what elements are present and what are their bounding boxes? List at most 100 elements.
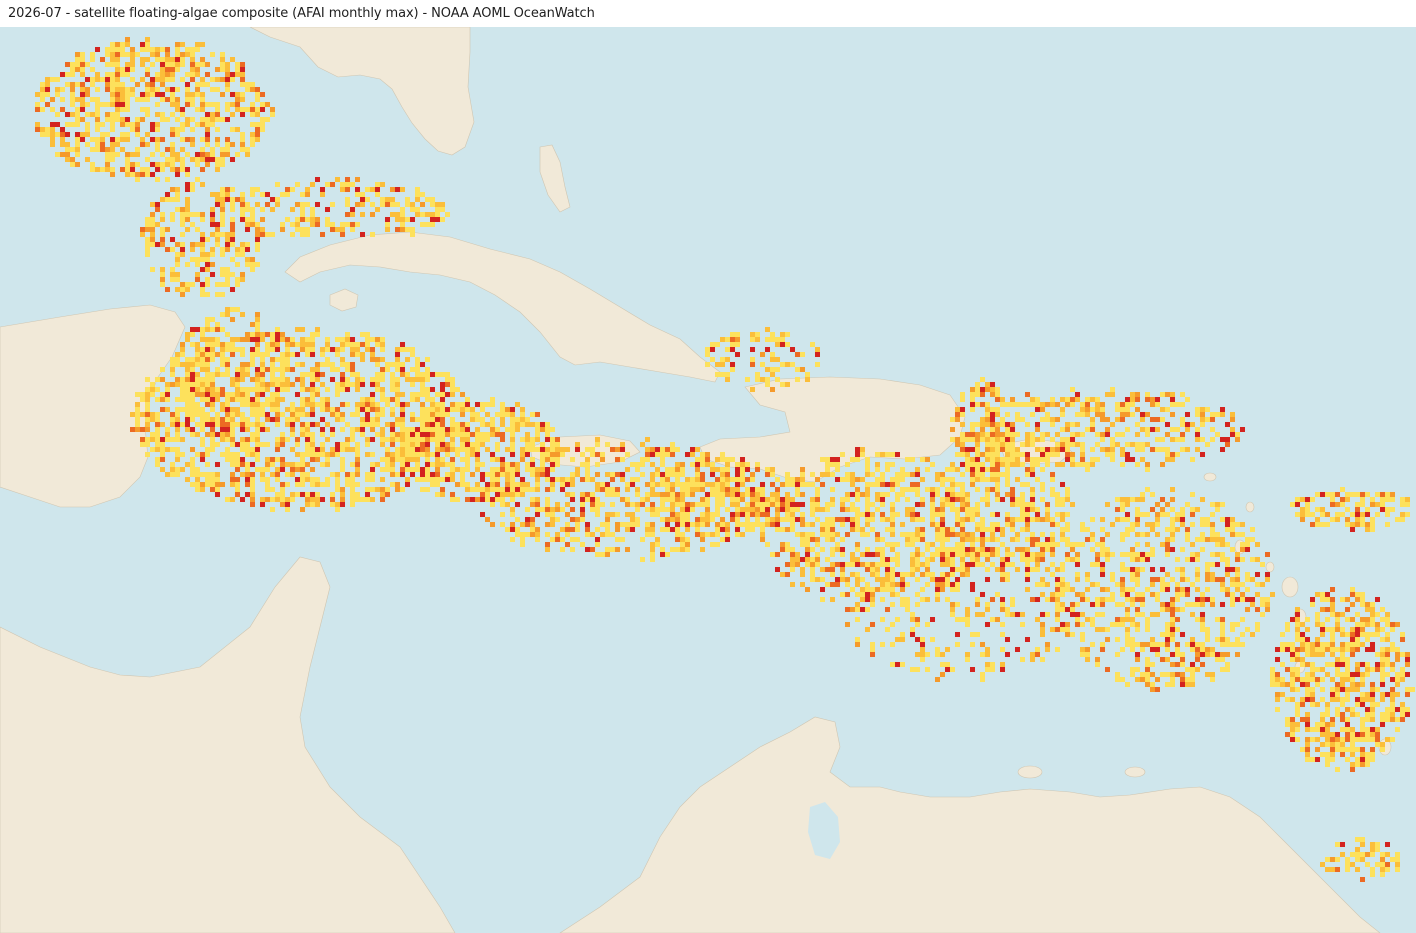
algae-pixel: [830, 552, 835, 557]
algae-pixel: [190, 102, 195, 107]
map-view[interactable]: [0, 27, 1416, 933]
algae-pixel: [460, 427, 465, 432]
algae-pixel: [275, 497, 280, 502]
algae-pixel: [415, 437, 420, 442]
algae-pixel: [810, 567, 815, 572]
algae-pixel: [395, 357, 400, 362]
algae-pixel: [135, 392, 140, 397]
algae-pixel: [395, 482, 400, 487]
algae-pixel: [325, 477, 330, 482]
algae-pixel: [565, 492, 570, 497]
algae-pixel: [290, 427, 295, 432]
algae-pixel: [150, 82, 155, 87]
algae-pixel: [400, 222, 405, 227]
algae-pixel: [175, 42, 180, 47]
algae-pixel: [830, 497, 835, 502]
algae-pixel: [710, 542, 715, 547]
map-canvas[interactable]: [0, 27, 1416, 933]
algae-pixel: [90, 67, 95, 72]
algae-pixel: [195, 482, 200, 487]
algae-pixel: [505, 492, 510, 497]
algae-pixel: [385, 437, 390, 442]
algae-pixel: [390, 197, 395, 202]
algae-pixel: [720, 487, 725, 492]
algae-pixel: [155, 57, 160, 62]
algae-pixel: [355, 447, 360, 452]
algae-pixel: [245, 82, 250, 87]
algae-pixel: [285, 502, 290, 507]
algae-pixel: [265, 202, 270, 207]
algae-pixel: [165, 147, 170, 152]
algae-pixel: [300, 342, 305, 347]
algae-pixel: [410, 217, 415, 222]
algae-pixel: [155, 142, 160, 147]
algae-pixel: [240, 92, 245, 97]
algae-pixel: [305, 432, 310, 437]
algae-pixel: [300, 382, 305, 387]
algae-pixel: [360, 212, 365, 217]
algae-pixel: [190, 247, 195, 252]
algae-pixel: [430, 427, 435, 432]
algae-pixel: [110, 92, 115, 97]
algae-pixel: [625, 482, 630, 487]
algae-pixel: [120, 52, 125, 57]
algae-pixel: [440, 217, 445, 222]
algae-pixel: [435, 402, 440, 407]
algae-pixel: [425, 422, 430, 427]
algae-pixel: [275, 197, 280, 202]
algae-pixel: [275, 182, 280, 187]
algae-pixel: [290, 462, 295, 467]
algae-pixel: [835, 532, 840, 537]
algae-pixel: [155, 72, 160, 77]
algae-pixel: [605, 547, 610, 552]
algae-pixel: [155, 122, 160, 127]
algae-pixel: [130, 87, 135, 92]
algae-pixel: [145, 47, 150, 52]
algae-pixel: [180, 212, 185, 217]
algae-pixel: [225, 362, 230, 367]
algae-pixel: [160, 437, 165, 442]
algae-pixel: [780, 517, 785, 522]
algae-pixel: [300, 427, 305, 432]
algae-pixel: [230, 337, 235, 342]
algae-pixel: [840, 477, 845, 482]
algae-pixel: [465, 442, 470, 447]
algae-pixel: [745, 487, 750, 492]
algae-pixel: [385, 197, 390, 202]
algae-pixel: [420, 452, 425, 457]
algae-pixel: [295, 407, 300, 412]
algae-pixel: [465, 432, 470, 437]
algae-pixel: [310, 382, 315, 387]
algae-pixel: [710, 517, 715, 522]
algae-pixel: [140, 57, 145, 62]
algae-pixel: [195, 62, 200, 67]
algae-pixel: [675, 512, 680, 517]
algae-pixel: [215, 237, 220, 242]
algae-pixel: [530, 447, 535, 452]
algae-pixel: [775, 517, 780, 522]
algae-pixel: [435, 447, 440, 452]
algae-pixel: [465, 422, 470, 427]
algae-pixel: [120, 122, 125, 127]
algae-pixel: [645, 447, 650, 452]
algae-pixel: [115, 82, 120, 87]
algae-pixel: [160, 467, 165, 472]
algae-pixel: [790, 517, 795, 522]
algae-pixel: [260, 372, 265, 377]
algae-pixel: [200, 267, 205, 272]
algae-pixel: [35, 92, 40, 97]
algae-pixel: [320, 187, 325, 192]
algae-pixel: [45, 132, 50, 137]
algae-pixel: [260, 337, 265, 342]
algae-pixel: [235, 487, 240, 492]
algae-pixel: [605, 442, 610, 447]
algae-pixel: [780, 502, 785, 507]
algae-pixel: [145, 422, 150, 427]
algae-pixel: [660, 452, 665, 457]
algae-pixel: [880, 497, 885, 502]
algae-pixel: [605, 472, 610, 477]
algae-pixel: [195, 92, 200, 97]
algae-pixel: [445, 442, 450, 447]
algae-pixel: [290, 432, 295, 437]
algae-pixel: [75, 62, 80, 67]
